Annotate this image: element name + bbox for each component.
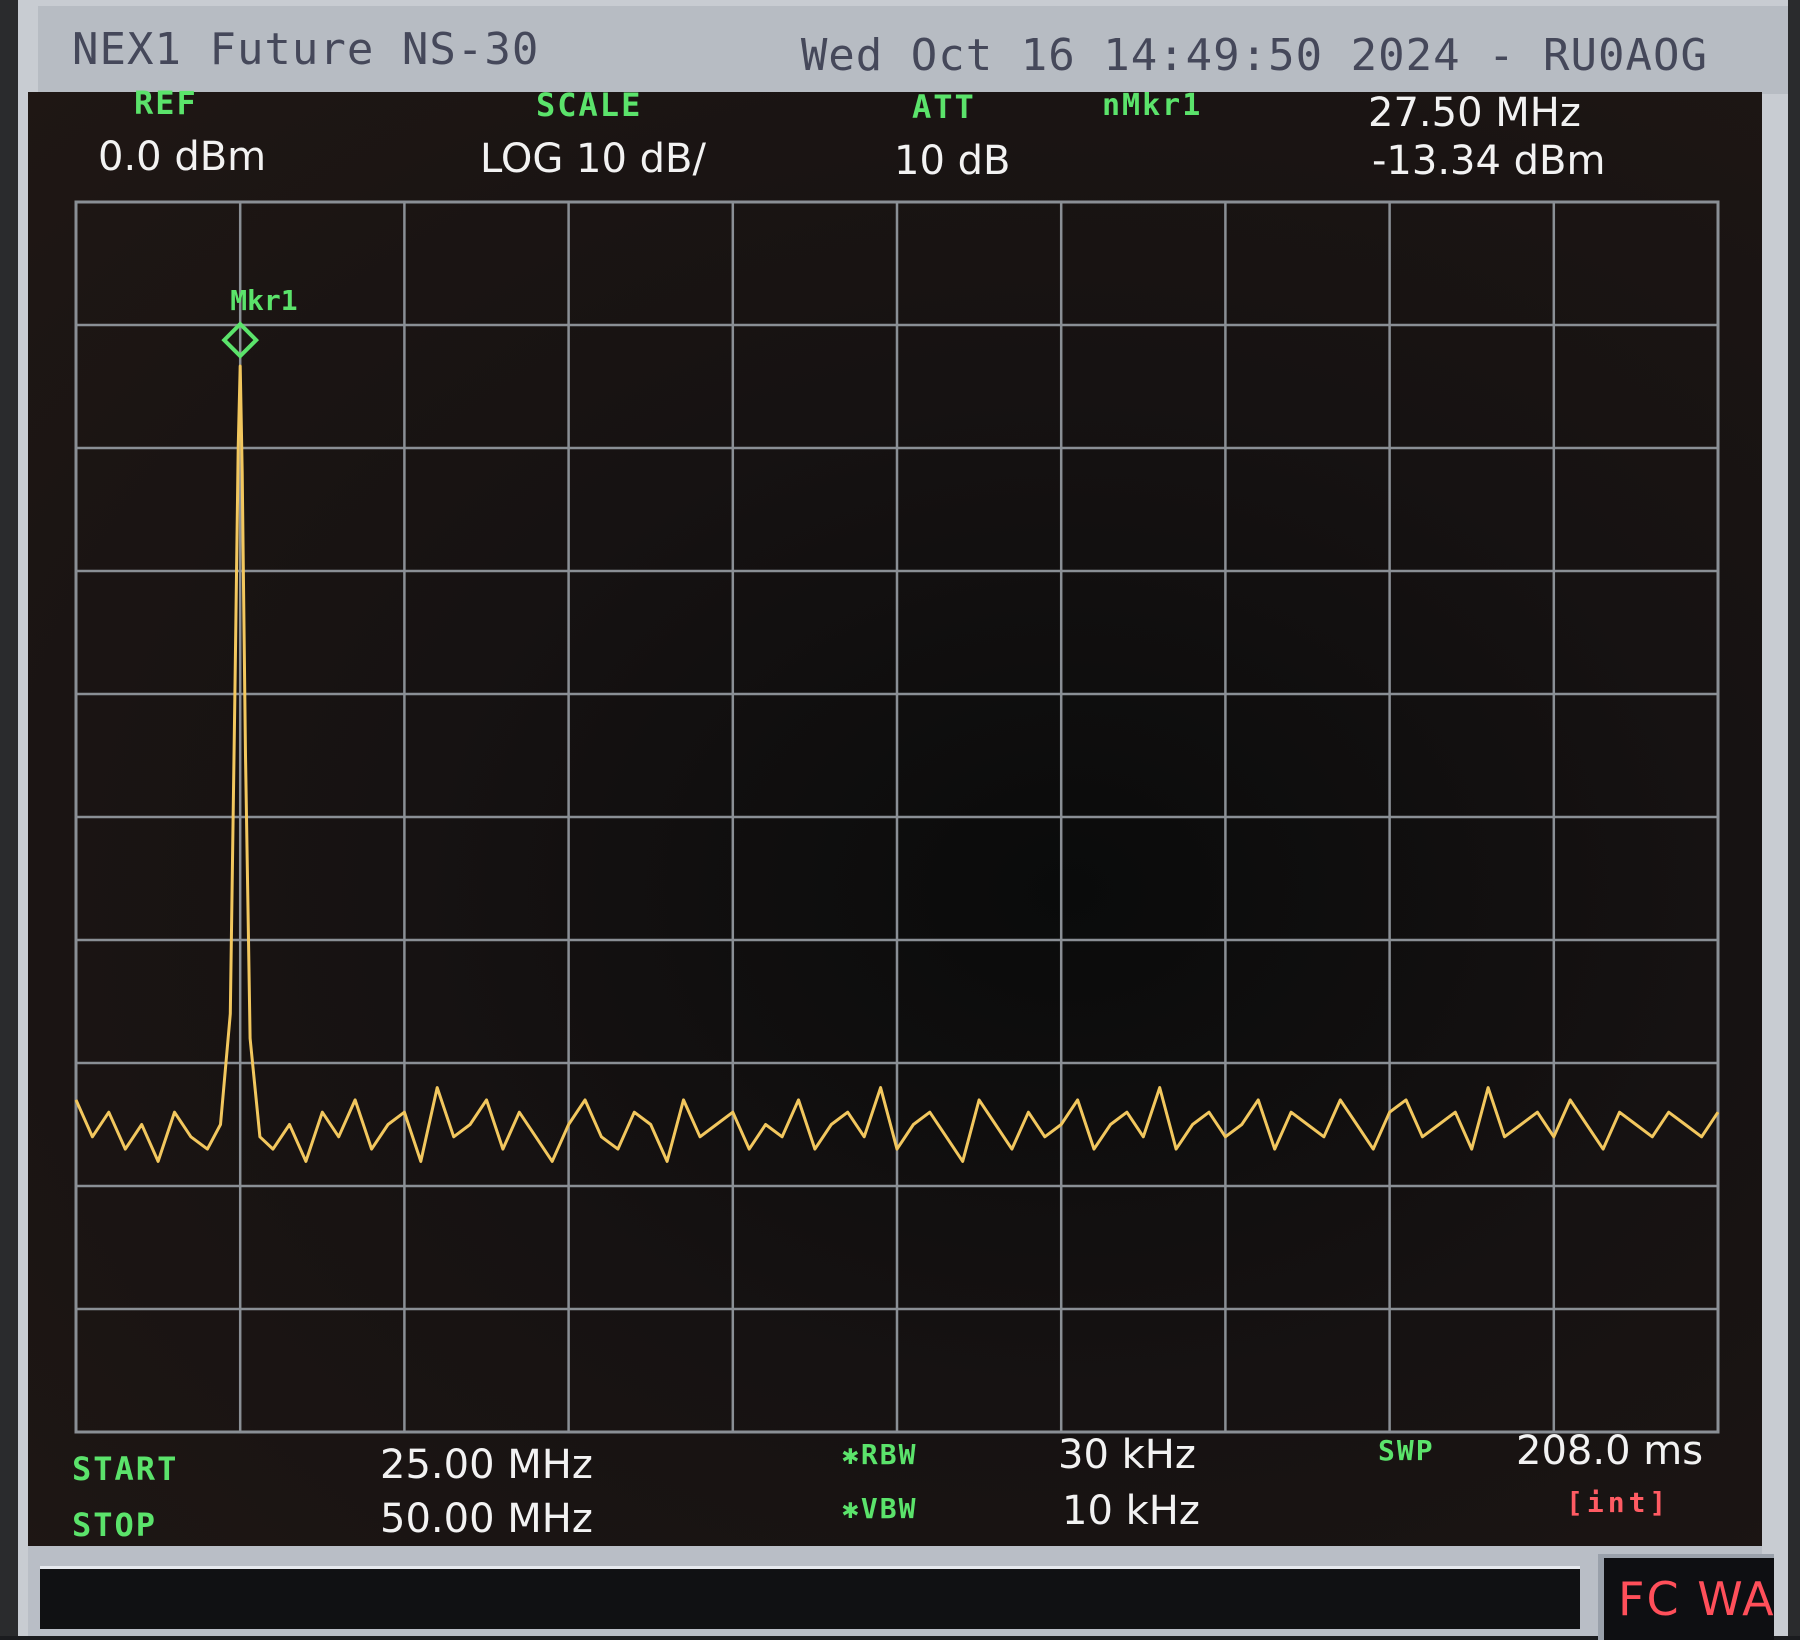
stop-label: STOP <box>72 1506 158 1544</box>
rbw-label: ✱RBW <box>842 1438 918 1471</box>
message-bar <box>40 1566 1580 1629</box>
marker-label: Mkr1 <box>230 284 297 317</box>
sweep-time: 208.0 ms <box>1516 1428 1704 1474</box>
vbw-label: ✱VBW <box>842 1492 918 1525</box>
sweep-label: SWP <box>1378 1434 1435 1467</box>
sweep-mode: [int] <box>1566 1486 1671 1519</box>
vbw-value: 10 kHz <box>1062 1488 1200 1534</box>
start-frequency: 25.00 MHz <box>380 1442 593 1488</box>
spectrum-display: REF 0.0 dBm SCALE LOG 10 dB/ ATT 10 dB n… <box>28 84 1762 1546</box>
fc-text: FC WAB <box>1618 1572 1774 1626</box>
status-strip: FC WAB <box>28 1546 1774 1640</box>
stop-frequency: 50.00 MHz <box>380 1496 593 1542</box>
fc-indicator: FC WAB <box>1598 1554 1774 1640</box>
instrument-name: NEX1 Future NS-30 <box>72 24 540 75</box>
title-bar: NEX1 Future NS-30 Wed Oct 16 14:49:50 20… <box>38 6 1788 94</box>
timestamp: Wed Oct 16 14:49:50 2024 - RU0AOG <box>800 30 1708 81</box>
rbw-value: 30 kHz <box>1058 1432 1196 1478</box>
start-label: START <box>72 1450 179 1488</box>
spectrum-chart: Mkr1 <box>74 200 1720 1434</box>
